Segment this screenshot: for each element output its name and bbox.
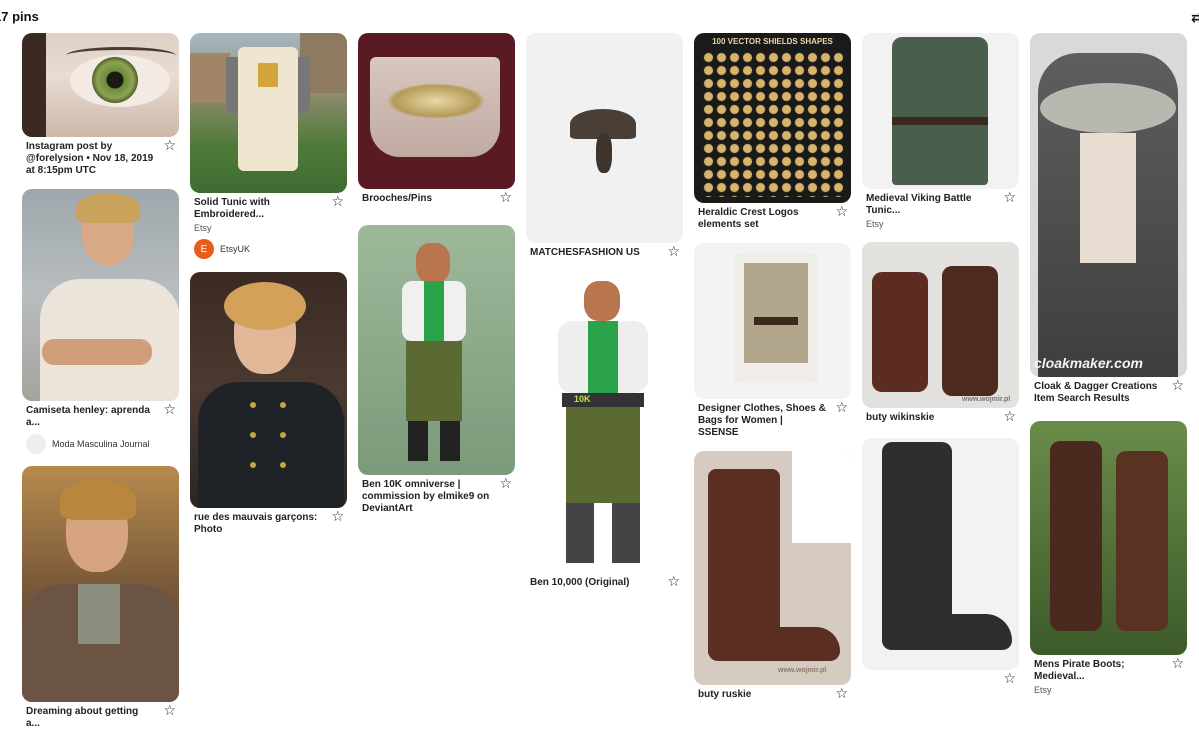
pin-title[interactable]: Camiseta henley: aprenda a... xyxy=(26,405,154,429)
watermark: www.wojmir.pl xyxy=(962,396,1011,403)
pin-title[interactable]: Medieval Viking Battle Tunic... xyxy=(866,193,994,217)
pin-matches[interactable]: MATCHESFASHION US ☆ xyxy=(526,33,684,259)
pin-tunic[interactable]: Solid Tunic with Embroidered... ☆ Etsy E… xyxy=(190,33,348,259)
pin-title[interactable]: rue des mauvais garçons: Photo xyxy=(194,512,322,536)
watermark: cloakmaker.com xyxy=(1034,355,1143,371)
column-4: MATCHESFASHION US ☆ 10K Ben 10,000 (Orig… xyxy=(526,33,684,601)
pin-title[interactable]: Instagram post by @forelysion • Nov 18, … xyxy=(26,141,154,177)
star-outline-icon[interactable]: ☆ xyxy=(835,400,848,414)
pin-title[interactable]: Heraldic Crest Logos elements set xyxy=(698,207,826,231)
star-outline-icon[interactable]: ☆ xyxy=(667,574,680,588)
badge-10k: 10K xyxy=(574,394,591,404)
pin-wikinskie[interactable]: www.wojmir.pl buty wikinskie ☆ xyxy=(862,242,1020,424)
pin-image-dreaming[interactable] xyxy=(22,466,179,702)
pin-image-matches[interactable] xyxy=(526,33,683,243)
column-7: cloakmaker.com Cloak & Dagger Creations … xyxy=(1030,33,1188,708)
star-outline-icon[interactable]: ☆ xyxy=(667,244,680,258)
column-5: 100 VECTOR SHIELDS SHAPES Heraldic Crest… xyxy=(694,33,852,713)
pin-heraldic[interactable]: 100 VECTOR SHIELDS SHAPES Heraldic Crest… xyxy=(694,33,852,231)
pin-rue[interactable]: rue des mauvais garçons: Photo ☆ xyxy=(190,272,348,536)
pin-ben-orig[interactable]: 10K Ben 10,000 (Original) ☆ xyxy=(526,277,684,589)
pin-title[interactable]: Ben 10K omniverse | commission by elmike… xyxy=(362,479,490,515)
star-outline-icon[interactable]: ☆ xyxy=(1003,409,1016,423)
column-2: Solid Tunic with Embroidered... ☆ Etsy E… xyxy=(190,33,348,548)
pin-image-ruskie[interactable]: www.wojmir.pl xyxy=(694,451,851,685)
star-outline-icon[interactable]: ☆ xyxy=(499,190,512,204)
pin-title[interactable]: Cloak & Dagger Creations Item Search Res… xyxy=(1034,381,1162,405)
pin-image-tunic[interactable] xyxy=(190,33,347,193)
pin-image-pirate[interactable] xyxy=(1030,421,1187,655)
pin-eye[interactable]: Instagram post by @forelysion • Nov 18, … xyxy=(22,33,180,177)
pin-image-viking[interactable] xyxy=(862,33,1019,189)
pin-image-brooch[interactable] xyxy=(358,33,515,189)
pin-boots-black[interactable]: ☆ xyxy=(862,438,1020,685)
pin-image-henley[interactable] xyxy=(22,189,179,401)
column-1: Instagram post by @forelysion • Nov 18, … xyxy=(22,33,180,742)
pin-source: Etsy xyxy=(866,219,884,229)
user-name[interactable]: EtsyUK xyxy=(220,244,250,254)
pin-ben-omni[interactable]: Ben 10K omniverse | commission by elmike… xyxy=(358,225,516,515)
pin-count: 17 pins xyxy=(0,9,39,24)
star-outline-icon[interactable]: ☆ xyxy=(1003,190,1016,204)
pin-image-heraldic[interactable]: 100 VECTOR SHIELDS SHAPES xyxy=(694,33,851,203)
pin-title[interactable]: Mens Pirate Boots; Medieval... xyxy=(1034,659,1162,683)
star-outline-icon[interactable]: ☆ xyxy=(835,204,848,218)
pin-title[interactable]: Brooches/Pins xyxy=(362,193,490,205)
pin-henley[interactable]: Camiseta henley: aprenda a... ☆ Moda Mas… xyxy=(22,189,180,454)
pin-source: Etsy xyxy=(194,223,212,233)
heraldic-banner: 100 VECTOR SHIELDS SHAPES xyxy=(712,37,833,46)
pin-designer[interactable]: Designer Clothes, Shoes & Bags for Women… xyxy=(694,243,852,439)
sort-icon[interactable]: ⇄ xyxy=(1191,9,1199,26)
pin-brooch[interactable]: Brooches/Pins ☆ xyxy=(358,33,516,205)
pin-title[interactable]: Dreaming about getting a... xyxy=(26,706,154,730)
pin-title[interactable]: buty ruskie xyxy=(698,689,826,701)
star-outline-icon[interactable]: ☆ xyxy=(499,476,512,490)
avatar[interactable]: E xyxy=(194,239,214,259)
pin-ruskie[interactable]: www.wojmir.pl buty ruskie ☆ xyxy=(694,451,852,701)
pin-title[interactable]: Ben 10,000 (Original) xyxy=(530,577,658,589)
user-name[interactable]: Moda Masculina Journal xyxy=(52,439,150,449)
pin-title[interactable]: Designer Clothes, Shoes & Bags for Women… xyxy=(698,403,826,439)
pin-source: Etsy xyxy=(1034,685,1052,695)
pin-image-rue[interactable] xyxy=(190,272,347,508)
pin-image-wikinskie[interactable]: www.wojmir.pl xyxy=(862,242,1019,408)
pin-viking[interactable]: Medieval Viking Battle Tunic... ☆ Etsy xyxy=(862,33,1020,230)
star-outline-icon[interactable]: ☆ xyxy=(835,686,848,700)
star-outline-icon[interactable]: ☆ xyxy=(1003,671,1016,685)
pin-image-ben-omni[interactable] xyxy=(358,225,515,475)
watermark: www.wojmir.pl xyxy=(778,667,827,674)
star-outline-icon[interactable]: ☆ xyxy=(163,138,176,152)
star-outline-icon[interactable]: ☆ xyxy=(331,194,344,208)
star-outline-icon[interactable]: ☆ xyxy=(1171,656,1184,670)
pin-image-cloak[interactable]: cloakmaker.com xyxy=(1030,33,1187,377)
pin-title[interactable]: Solid Tunic with Embroidered... xyxy=(194,197,322,221)
star-outline-icon[interactable]: ☆ xyxy=(1171,378,1184,392)
pin-cloak[interactable]: cloakmaker.com Cloak & Dagger Creations … xyxy=(1030,33,1188,405)
star-outline-icon[interactable]: ☆ xyxy=(331,509,344,523)
star-outline-icon[interactable]: ☆ xyxy=(163,703,176,717)
pin-title[interactable]: buty wikinskie xyxy=(866,412,994,424)
pin-title[interactable]: MATCHESFASHION US xyxy=(530,247,658,259)
avatar[interactable] xyxy=(26,434,46,454)
pin-image-ben-orig[interactable]: 10K xyxy=(526,277,683,573)
column-6: Medieval Viking Battle Tunic... ☆ Etsy w… xyxy=(862,33,1020,696)
pin-dreaming[interactable]: Dreaming about getting a... ☆ xyxy=(22,466,180,730)
column-3: Brooches/Pins ☆ Ben 10K omniverse | comm… xyxy=(358,33,516,527)
pin-image-eye[interactable] xyxy=(22,33,179,137)
star-outline-icon[interactable]: ☆ xyxy=(163,402,176,416)
pin-image-designer[interactable] xyxy=(694,243,851,399)
pin-pirate[interactable]: Mens Pirate Boots; Medieval... ☆ Etsy xyxy=(1030,421,1188,696)
pin-image-boots-black[interactable] xyxy=(862,438,1019,670)
